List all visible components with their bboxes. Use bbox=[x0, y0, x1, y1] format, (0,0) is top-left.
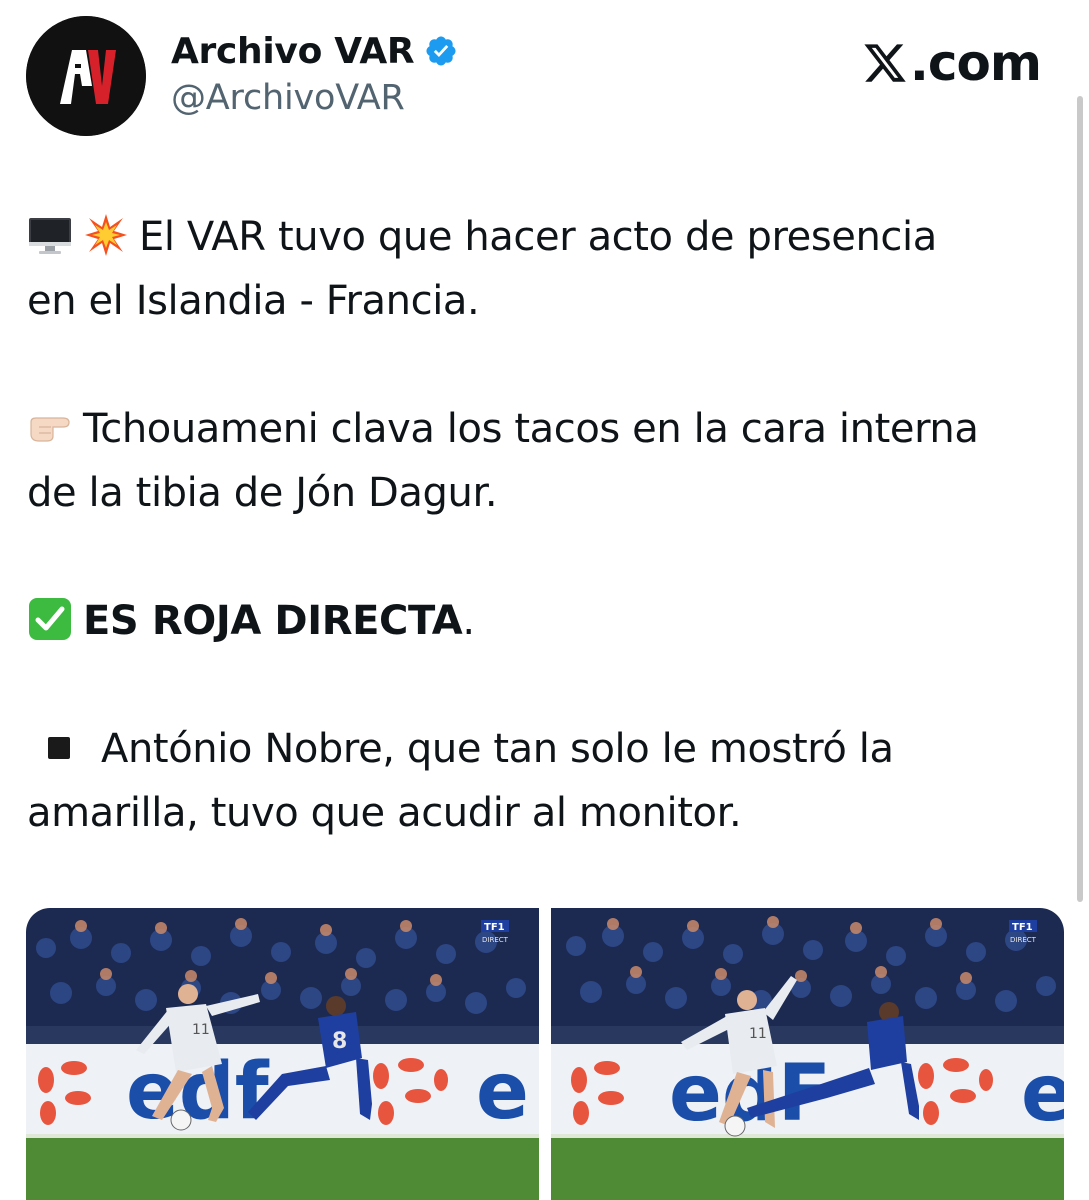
archivo-var-logo-icon bbox=[26, 16, 146, 136]
match-still-image: edf e 11 8 TF1 DIRECT bbox=[26, 908, 539, 1200]
x-com-brand: .com bbox=[862, 34, 1042, 92]
avatar[interactable] bbox=[26, 16, 146, 136]
svg-text:e: e bbox=[476, 1047, 529, 1137]
tweet-line-3-bold: ES ROJA DIRECTA bbox=[83, 598, 463, 644]
svg-text:e: e bbox=[1021, 1049, 1064, 1139]
tweet-text: El VAR tuvo que hacer acto de presencia … bbox=[27, 205, 1067, 845]
verified-badge-icon bbox=[426, 36, 456, 66]
tweet-paragraph-2: Tchouameni clava los tacos en la cara in… bbox=[27, 397, 1067, 525]
tweet-media[interactable]: edf e 11 8 TF1 DIRECT edF e 11 TF1 DIREC… bbox=[26, 908, 1064, 1200]
svg-text:TF1: TF1 bbox=[1012, 922, 1033, 933]
svg-text:TF1: TF1 bbox=[484, 922, 505, 933]
tweet-line-1: El VAR tuvo que hacer acto de presencia bbox=[139, 214, 937, 260]
desktop-computer-icon bbox=[29, 218, 71, 254]
tweet-line-4: António Nobre, que tan solo le mostró la bbox=[101, 726, 894, 772]
svg-text:11: 11 bbox=[749, 1026, 767, 1042]
display-name[interactable]: Archivo VAR bbox=[171, 31, 415, 72]
check-mark-button-icon bbox=[29, 598, 71, 640]
match-still-image: edF e 11 TF1 DIRECT bbox=[551, 908, 1064, 1200]
collision-icon bbox=[85, 214, 127, 256]
tweet-line-2-cont: de la tibia de Jón Dagur. bbox=[27, 470, 498, 516]
tweet-line-2: Tchouameni clava los tacos en la cara in… bbox=[83, 406, 979, 452]
tweet-paragraph-4: António Nobre, que tan solo le mostró la… bbox=[27, 717, 1067, 845]
svg-text:8: 8 bbox=[332, 1029, 347, 1054]
tweet-line-4-cont: amarilla, tuvo que acudir al monitor. bbox=[27, 790, 742, 836]
x-com-text: .com bbox=[909, 34, 1042, 92]
account-handle[interactable]: @ArchivoVAR bbox=[171, 78, 405, 118]
x-logo-icon bbox=[864, 44, 906, 82]
media-image-1[interactable]: edf e 11 8 TF1 DIRECT bbox=[26, 908, 539, 1200]
black-square-icon bbox=[48, 737, 70, 759]
tweet-paragraph-1: El VAR tuvo que hacer acto de presencia … bbox=[27, 205, 1067, 333]
svg-text:DIRECT: DIRECT bbox=[482, 936, 509, 944]
scrollbar[interactable] bbox=[1077, 96, 1083, 902]
tweet-line-1-cont: en el Islandia - Francia. bbox=[27, 278, 480, 324]
svg-text:11: 11 bbox=[192, 1022, 210, 1038]
pointing-right-icon bbox=[30, 417, 70, 442]
svg-text:DIRECT: DIRECT bbox=[1010, 936, 1037, 944]
media-image-2[interactable]: edF e 11 TF1 DIRECT bbox=[551, 908, 1064, 1200]
tweet-paragraph-3: ES ROJA DIRECTA. bbox=[27, 589, 1067, 653]
tweet-line-3-end: . bbox=[462, 598, 475, 644]
account-name-row[interactable]: Archivo VAR bbox=[171, 28, 458, 74]
